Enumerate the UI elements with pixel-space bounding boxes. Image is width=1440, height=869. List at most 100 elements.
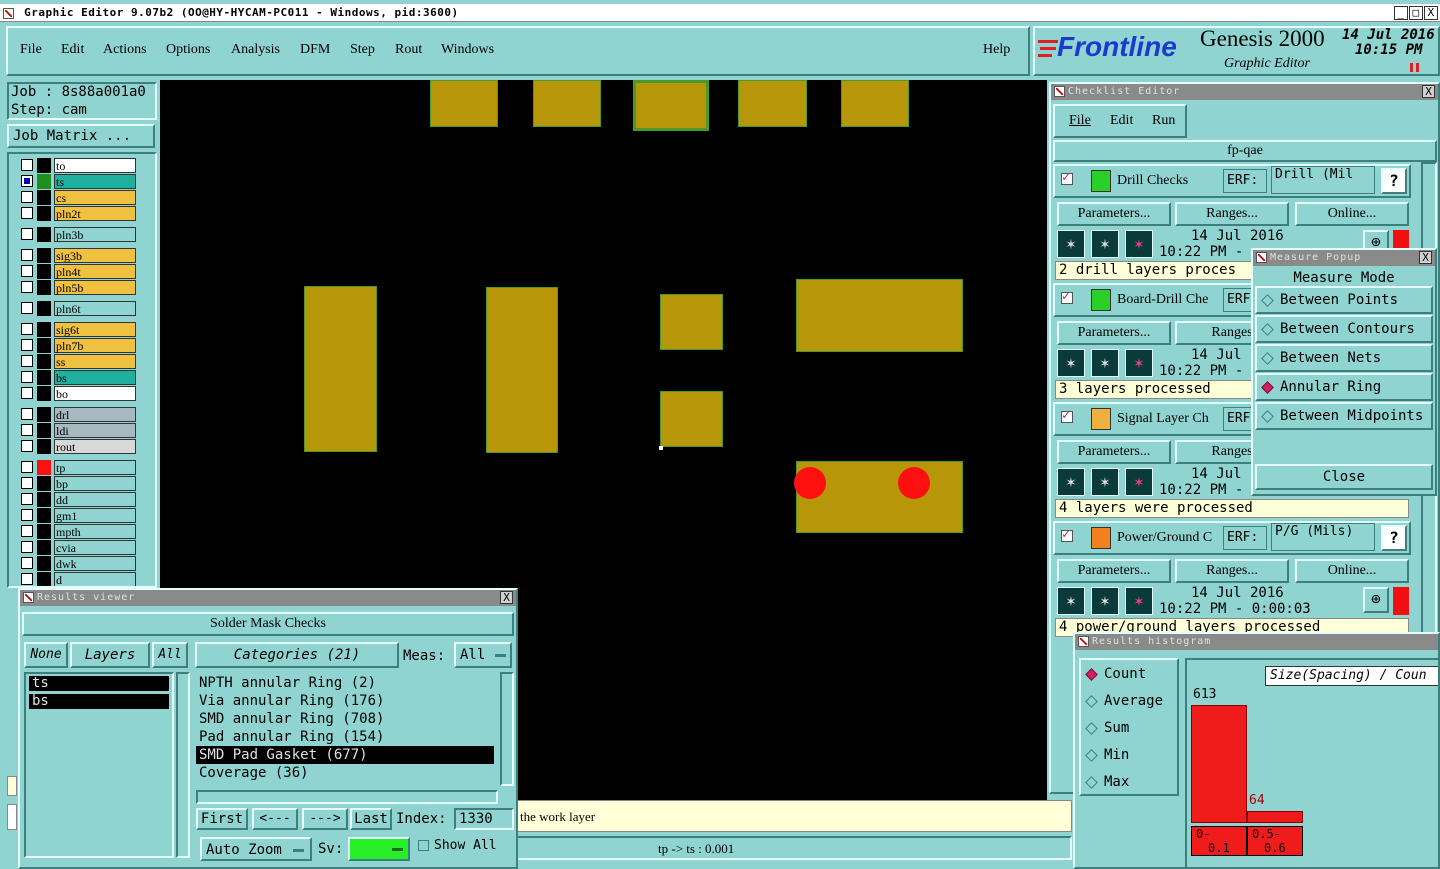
- histogram-bar[interactable]: [1191, 705, 1247, 823]
- close-icon[interactable]: X: [500, 591, 513, 604]
- sv-color-dropdown[interactable]: [348, 837, 410, 861]
- checklist-menu-run[interactable]: Run: [1152, 113, 1175, 129]
- list-item[interactable]: NPTH annular Ring (2): [196, 674, 494, 692]
- parameters-button[interactable]: Parameters...: [1057, 321, 1171, 345]
- check-enable-checkbox[interactable]: [1061, 170, 1073, 185]
- menu-actions[interactable]: Actions: [103, 42, 147, 58]
- layer-checkbox[interactable]: [21, 509, 33, 521]
- measure-option[interactable]: Annular Ring: [1255, 373, 1433, 401]
- close-window-button[interactable]: X: [1424, 6, 1438, 20]
- histogram-titlebar[interactable]: Results histogram: [1075, 634, 1438, 650]
- layer-checkbox[interactable]: [21, 557, 33, 569]
- checklist-titlebar[interactable]: Checklist Editor X: [1051, 84, 1438, 100]
- parameters-button[interactable]: Parameters...: [1057, 440, 1171, 464]
- check-enable-checkbox[interactable]: [1061, 289, 1073, 304]
- online-button[interactable]: Online...: [1295, 202, 1409, 226]
- histogram-option[interactable]: Sum: [1085, 720, 1129, 736]
- layer-checkbox[interactable]: [21, 387, 33, 399]
- stop-check-icon[interactable]: ✶: [1125, 349, 1153, 377]
- measure-option[interactable]: Between Contours: [1255, 315, 1433, 343]
- measure-close-button[interactable]: Close: [1255, 464, 1433, 490]
- menu-options[interactable]: Options: [166, 42, 210, 58]
- layer-checkbox[interactable]: [21, 339, 33, 351]
- layer-checkbox[interactable]: [21, 323, 33, 335]
- measure-option[interactable]: Between Nets: [1255, 344, 1433, 372]
- erf-value[interactable]: P/G (Mils): [1271, 523, 1375, 551]
- layer-name[interactable]: pln2t: [54, 206, 136, 221]
- next-button[interactable]: --->: [302, 808, 348, 830]
- stop-check-icon[interactable]: ✶: [1125, 587, 1153, 615]
- categories-scrollbar[interactable]: [500, 672, 514, 786]
- layer-name[interactable]: ldi: [54, 423, 136, 438]
- layer-checkbox[interactable]: [21, 573, 33, 585]
- layer-checkbox[interactable]: [21, 477, 33, 489]
- layer-checkbox[interactable]: [21, 461, 33, 473]
- layer-name[interactable]: ss: [54, 354, 136, 369]
- layer-name[interactable]: sig3b: [54, 248, 136, 263]
- menu-edit[interactable]: Edit: [61, 42, 84, 58]
- index-input[interactable]: 1330: [454, 808, 514, 830]
- layer-checkbox[interactable]: [21, 424, 33, 436]
- layer-name[interactable]: bs: [54, 370, 136, 385]
- layer-checkbox[interactable]: [21, 191, 33, 203]
- layer-name[interactable]: pln3b: [54, 227, 136, 242]
- maximize-button[interactable]: □: [1409, 6, 1423, 20]
- run-check-icon[interactable]: ✶: [1057, 230, 1085, 258]
- layer-name[interactable]: ts: [54, 174, 136, 189]
- results-viewer-titlebar[interactable]: Results viewer X: [20, 590, 516, 606]
- show-all-checkbox[interactable]: [418, 840, 429, 851]
- erf-value[interactable]: Drill (Mil: [1271, 166, 1375, 194]
- meas-dropdown[interactable]: All: [454, 642, 512, 668]
- parameters-button[interactable]: Parameters...: [1057, 202, 1171, 226]
- run-action-icon[interactable]: ✶: [1091, 349, 1119, 377]
- help-button[interactable]: ?: [1381, 525, 1407, 551]
- online-button[interactable]: Online...: [1295, 559, 1409, 583]
- list-item[interactable]: Via annular Ring (176): [196, 692, 494, 710]
- prev-button[interactable]: <---: [252, 808, 298, 830]
- layer-name[interactable]: mpth: [54, 524, 136, 539]
- last-button[interactable]: Last: [350, 808, 392, 830]
- check-enable-checkbox[interactable]: [1061, 408, 1073, 423]
- list-item[interactable]: ts: [29, 676, 169, 691]
- stop-check-icon[interactable]: ✶: [1125, 230, 1153, 258]
- layer-name[interactable]: dd: [54, 492, 136, 507]
- list-item[interactable]: SMD Pad Gasket (677): [196, 746, 494, 764]
- layer-checkbox[interactable]: [21, 249, 33, 261]
- layers-list[interactable]: ts bs: [24, 672, 174, 858]
- measure-popup-titlebar[interactable]: Measure Popup X: [1253, 250, 1435, 266]
- menu-windows[interactable]: Windows: [441, 42, 494, 58]
- list-item[interactable]: SMD annular Ring (708): [196, 710, 494, 728]
- layer-name[interactable]: drl: [54, 407, 136, 422]
- layer-name[interactable]: d: [54, 572, 136, 586]
- layer-checkbox[interactable]: [21, 408, 33, 420]
- layers-button[interactable]: Layers: [70, 642, 150, 668]
- layer-checkbox[interactable]: [21, 440, 33, 452]
- layer-name[interactable]: pln6t: [54, 301, 136, 316]
- histogram-option[interactable]: Min: [1085, 747, 1129, 763]
- run-action-icon[interactable]: ✶: [1091, 230, 1119, 258]
- measure-option[interactable]: Between Midpoints: [1255, 402, 1433, 430]
- menu-dfm[interactable]: DFM: [300, 42, 330, 58]
- check-enable-checkbox[interactable]: [1061, 527, 1073, 542]
- menu-file[interactable]: File: [20, 42, 42, 58]
- menu-rout[interactable]: Rout: [395, 42, 422, 58]
- list-item[interactable]: Coverage (36): [196, 764, 494, 782]
- layer-name[interactable]: dwk: [54, 556, 136, 571]
- layer-checkbox[interactable]: [21, 493, 33, 505]
- histogram-option[interactable]: Count: [1085, 666, 1146, 682]
- run-check-icon[interactable]: ✶: [1057, 468, 1085, 496]
- layer-name[interactable]: rout: [54, 439, 136, 454]
- stop-check-icon[interactable]: ✶: [1125, 468, 1153, 496]
- menu-help[interactable]: Help: [983, 42, 1010, 58]
- first-button[interactable]: First: [196, 808, 248, 830]
- layer-name[interactable]: bp: [54, 476, 136, 491]
- layer-checkbox[interactable]: [21, 207, 33, 219]
- layer-name[interactable]: cvia: [54, 540, 136, 555]
- layer-name[interactable]: pln7b: [54, 338, 136, 353]
- layer-name[interactable]: cs: [54, 190, 136, 205]
- run-check-icon[interactable]: ✶: [1057, 349, 1085, 377]
- all-layers-button[interactable]: All: [152, 642, 188, 668]
- layer-name[interactable]: pln5b: [54, 280, 136, 295]
- run-action-icon[interactable]: ✶: [1091, 468, 1119, 496]
- none-button[interactable]: None: [24, 642, 68, 668]
